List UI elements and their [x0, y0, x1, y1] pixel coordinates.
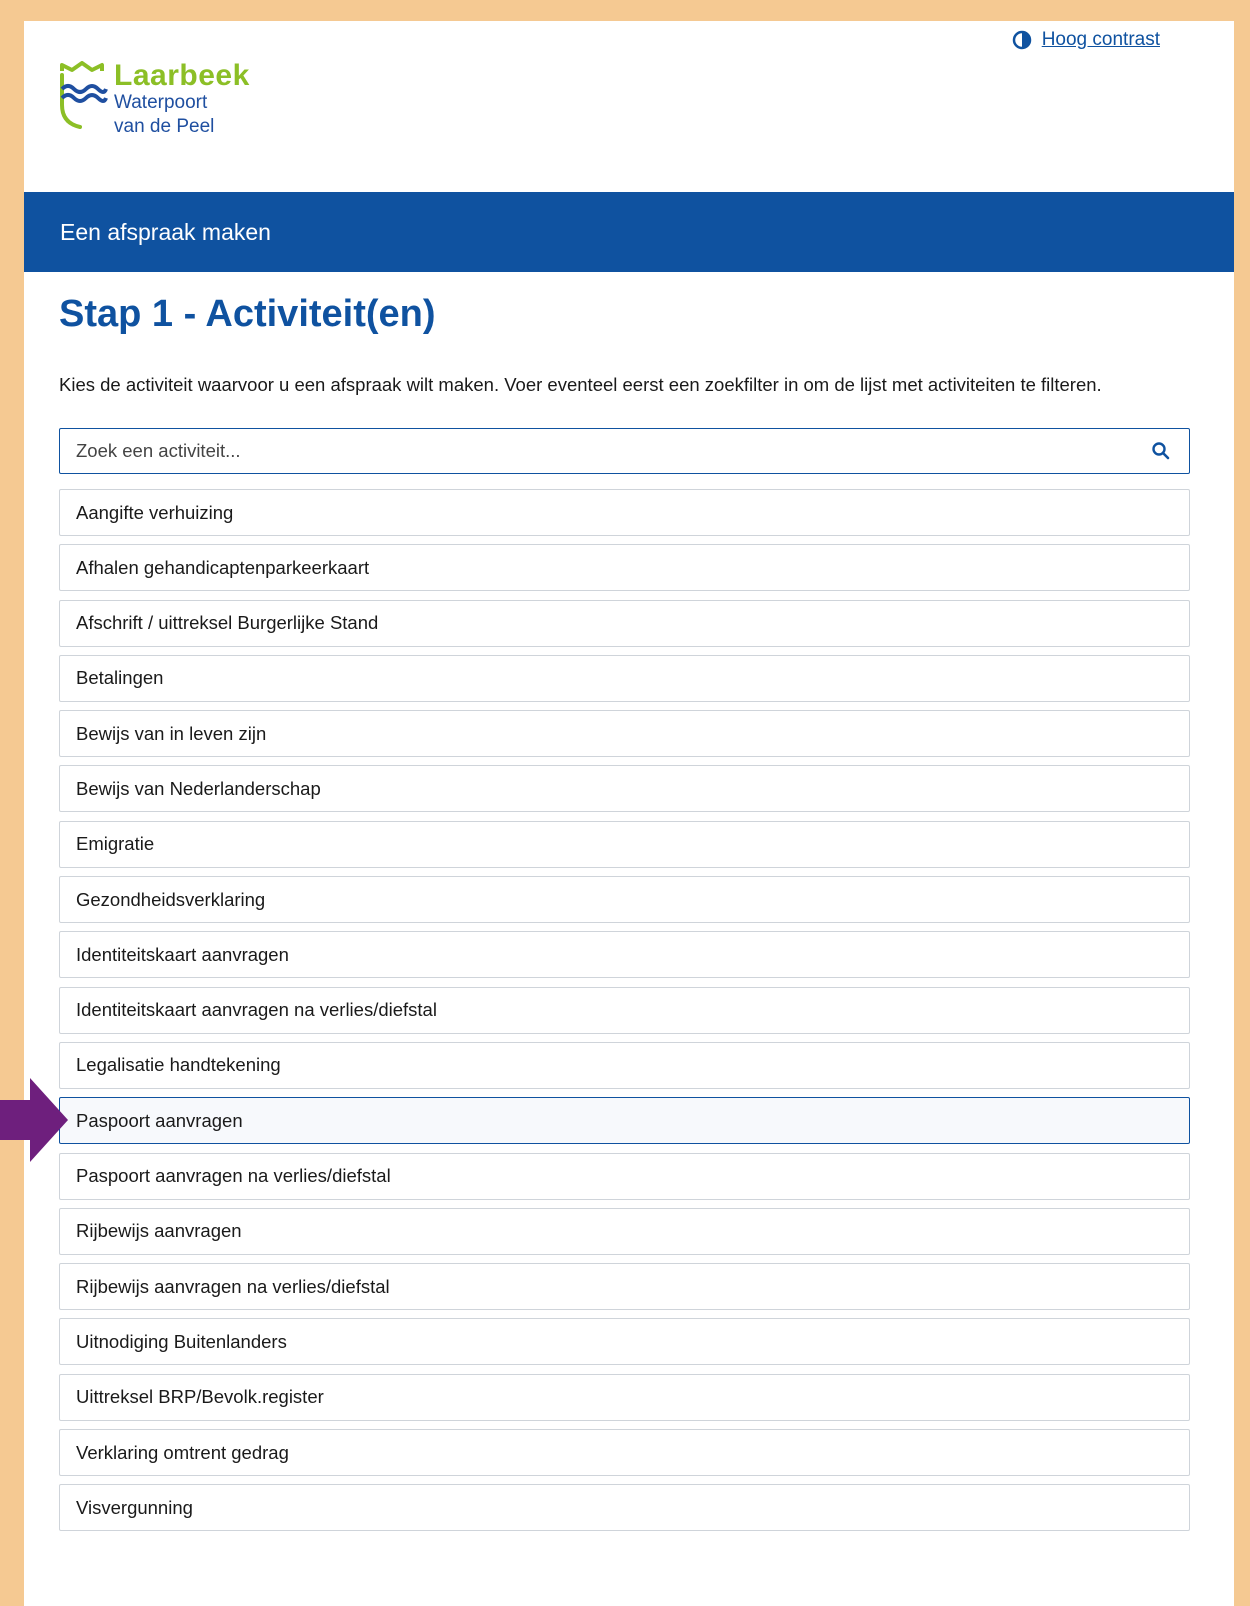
main-content: Stap 1 - Activiteit(en) Kies de activite…	[24, 290, 1234, 1532]
activity-item[interactable]: Identiteitskaart aanvragen na verlies/di…	[59, 986, 1190, 1034]
activity-label: Uitnodiging Buitenlanders	[76, 1330, 287, 1352]
contrast-icon	[1012, 30, 1031, 50]
page-container: Laarbeek Waterpoort van de Peel Hoog con…	[24, 21, 1234, 1606]
activity-item[interactable]: Verklaring omtrent gedrag	[59, 1429, 1190, 1477]
activity-item[interactable]: Betalingen	[59, 654, 1190, 702]
activity-item[interactable]: Uittreksel BRP/Bevolk.register	[59, 1373, 1190, 1421]
activity-label: Betalingen	[76, 667, 164, 689]
activity-label: Bewijs van in leven zijn	[76, 722, 267, 744]
activity-list: Aangifte verhuizing Afhalen gehandicapten…	[59, 489, 1190, 1532]
activity-label: Identiteitskaart aanvragen	[76, 943, 289, 965]
activity-label: Rijbewijs aanvragen	[76, 1220, 242, 1242]
activity-label: Verklaring omtrent gedrag	[76, 1441, 289, 1463]
activity-item[interactable]: Bewijs van in leven zijn	[59, 710, 1190, 758]
activity-item[interactable]: Afhalen gehandicaptenparkeerkaart	[59, 544, 1190, 592]
activity-item[interactable]: Uitnodiging Buitenlanders	[59, 1318, 1190, 1366]
activity-item[interactable]: Emigratie	[59, 820, 1190, 868]
search-icon[interactable]	[1151, 441, 1171, 461]
activity-item[interactable]: Paspoort aanvragen na verlies/diefstal	[59, 1152, 1190, 1200]
activity-item[interactable]: Identiteitskaart aanvragen	[59, 931, 1190, 979]
activity-label: Bewijs van Nederlanderschap	[76, 777, 321, 799]
activity-item[interactable]: Rijbewijs aanvragen	[59, 1207, 1190, 1255]
activity-label: Rijbewijs aanvragen na verlies/diefstal	[76, 1275, 390, 1297]
site-header: Laarbeek Waterpoort van de Peel Hoog con…	[24, 21, 1234, 192]
logo-emblem-icon	[60, 61, 108, 129]
activity-label: Gezondheidsverklaring	[76, 888, 266, 910]
activity-label: Paspoort aanvragen	[76, 1109, 243, 1131]
activity-label: Aangifte verhuizing	[76, 501, 234, 523]
page-title: Stap 1 - Activiteit(en)	[59, 293, 436, 335]
activity-item[interactable]: Bewijs van Nederlanderschap	[59, 765, 1190, 813]
banner-title: Een afspraak maken	[60, 218, 271, 245]
page-banner: Een afspraak maken	[24, 192, 1234, 272]
activity-label: Legalisatie handtekening	[76, 1054, 281, 1076]
search-placeholder: Zoek een activiteit...	[76, 440, 241, 461]
intro-text: Kies de activiteit waarvoor u een afspra…	[59, 374, 1102, 395]
activity-label: Afschrift / uittreksel Burgerlijke Stand	[76, 612, 379, 634]
activity-label: Paspoort aanvragen na verlies/diefstal	[76, 1165, 391, 1187]
high-contrast-label: Hoog contrast	[1041, 29, 1160, 50]
site-logo[interactable]: Laarbeek Waterpoort van de Peel	[58, 61, 250, 139]
activity-item[interactable]: Afschrift / uittreksel Burgerlijke Stand	[59, 599, 1190, 647]
logo-name: Laarbeek	[114, 59, 250, 92]
activity-label: Afhalen gehandicaptenparkeerkaart	[76, 556, 370, 578]
activity-item[interactable]: Paspoort aanvragen	[59, 1097, 1190, 1145]
activity-label: Emigratie	[76, 833, 155, 855]
activity-label: Identiteitskaart aanvragen na verlies/di…	[76, 999, 437, 1021]
activity-label: Uittreksel BRP/Bevolk.register	[76, 1386, 324, 1408]
search-input[interactable]: Zoek een activiteit...	[59, 428, 1190, 474]
activity-item[interactable]: Gezondheidsverklaring	[59, 876, 1190, 924]
activity-item[interactable]: Rijbewijs aanvragen na verlies/diefstal	[59, 1263, 1190, 1311]
activity-item[interactable]: Aangifte verhuizing	[59, 489, 1190, 536]
logo-tagline-line2: van de Peel	[114, 116, 215, 137]
activity-item[interactable]: Legalisatie handtekening	[59, 1041, 1190, 1089]
high-contrast-link[interactable]: Hoog contrast	[1012, 29, 1160, 51]
activity-label: Visvergunning	[76, 1496, 193, 1518]
logo-tagline-line1: Waterpoort	[114, 92, 208, 113]
activity-item[interactable]: Visvergunning	[59, 1484, 1190, 1532]
pointer-arrow-icon	[0, 1078, 68, 1162]
